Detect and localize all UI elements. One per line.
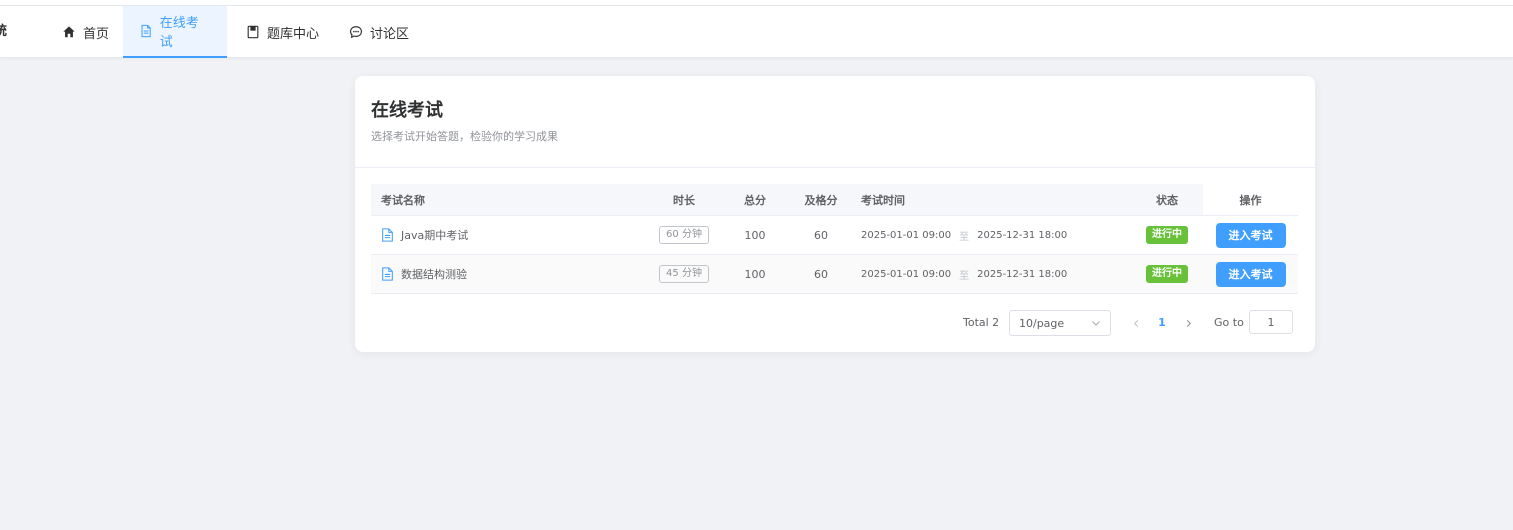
header-pass: 及格分 <box>804 193 838 207</box>
enter-exam-button[interactable]: 进入考试 <box>1215 261 1286 287</box>
goto-label: Go to <box>1214 316 1244 329</box>
page-size-value: 10/page <box>1019 316 1065 330</box>
start-time: 2025-01-01 09:00 <box>861 229 952 241</box>
end-time: 2025-12-31 18:00 <box>977 268 1068 280</box>
total-score: 100 <box>744 228 766 242</box>
action-cell: 进入考试 <box>1203 216 1298 254</box>
status-badge: 进行中 <box>1146 226 1188 244</box>
exam-time-cell: 2025-01-01 09:00 至 2025-12-31 18:00 <box>861 216 1131 254</box>
pagination-total: Total 2 <box>963 316 1000 329</box>
table-row: 数据结构测验 45 分钟 100 60 2025-01-01 09:00 至 2… <box>371 255 1298 294</box>
page-size-select[interactable]: 10/page <box>1009 310 1111 336</box>
chevron-left-icon <box>1133 319 1138 327</box>
exam-name: 数据结构测验 <box>401 268 467 281</box>
nav-label-home: 首页 <box>83 26 110 42</box>
prev-page-button[interactable] <box>1128 310 1144 336</box>
status-cell: 进行中 <box>1131 216 1203 254</box>
page-subtitle: 选择考试开始答题，检验你的学习成果 <box>371 130 558 143</box>
header-status: 状态 <box>1156 193 1178 207</box>
pass-score: 60 <box>814 228 828 242</box>
page-number-current[interactable]: 1 <box>1154 310 1170 336</box>
end-time: 2025-12-31 18:00 <box>977 229 1068 241</box>
nav-label-online-exam: 在线考试 <box>159 16 199 50</box>
pagination: Total 2 10/page 1 Go to <box>355 310 1315 336</box>
pass-score: 60 <box>814 267 828 281</box>
duration-tag: 60 分钟 <box>659 226 709 244</box>
document-icon <box>382 267 393 281</box>
document-icon <box>141 24 151 38</box>
total-score: 100 <box>744 267 766 281</box>
goto-page-input[interactable] <box>1249 310 1293 334</box>
chevron-down-icon <box>1092 321 1100 326</box>
exam-table: 考试名称 时长 总分 及格分 考试时间 状态 操作 Java期中考试 60 分钟… <box>371 184 1298 294</box>
header-total: 总分 <box>744 193 766 207</box>
table-row: Java期中考试 60 分钟 100 60 2025-01-01 09:00 至… <box>371 216 1298 255</box>
exam-time-cell: 2025-01-01 09:00 至 2025-12-31 18:00 <box>861 255 1131 293</box>
document-icon <box>382 228 393 242</box>
header-duration: 时长 <box>673 193 695 207</box>
time-separator: 至 <box>959 270 970 282</box>
nav-item-online-exam[interactable]: 在线考试 <box>123 6 227 58</box>
next-page-button[interactable] <box>1180 310 1196 336</box>
chevron-right-icon <box>1186 319 1191 327</box>
duration-tag: 45 分钟 <box>659 265 709 283</box>
duration-cell: 45 分钟 <box>641 255 727 293</box>
page-title: 在线考试 <box>371 100 443 121</box>
exam-name-cell: Java期中考试 <box>381 216 641 254</box>
chat-bubble-icon <box>350 26 362 39</box>
nav-item-discussion[interactable]: 讨论区 <box>333 6 425 58</box>
nav-label-question-bank: 题库中心 <box>267 26 320 42</box>
home-icon <box>63 26 75 38</box>
header-action: 操作 <box>1203 184 1298 215</box>
brand-title: 统 <box>0 24 8 39</box>
time-separator: 至 <box>959 231 970 243</box>
exam-card: 在线考试 选择考试开始答题，检验你的学习成果 考试名称 时长 总分 及格分 考试… <box>355 76 1315 352</box>
nav-item-question-bank[interactable]: 题库中心 <box>230 6 335 58</box>
start-time: 2025-01-01 09:00 <box>861 268 952 280</box>
status-badge: 进行中 <box>1146 265 1188 283</box>
nav-item-home[interactable]: 首页 <box>46 6 125 58</box>
enter-exam-button[interactable]: 进入考试 <box>1215 222 1286 248</box>
top-nav: 统 首页 在线考试 题库中心 讨论区 <box>0 6 1513 58</box>
header-time: 考试时间 <box>861 193 905 207</box>
notebook-icon <box>247 25 259 39</box>
exam-name: Java期中考试 <box>401 229 469 242</box>
action-cell: 进入考试 <box>1203 255 1298 293</box>
duration-cell: 60 分钟 <box>641 216 727 254</box>
table-header-row: 考试名称 时长 总分 及格分 考试时间 状态 操作 <box>371 184 1298 216</box>
header-name: 考试名称 <box>381 193 425 207</box>
nav-label-discussion: 讨论区 <box>370 26 410 42</box>
card-header: 在线考试 选择考试开始答题，检验你的学习成果 <box>355 76 1315 168</box>
status-cell: 进行中 <box>1131 255 1203 293</box>
exam-name-cell: 数据结构测验 <box>381 255 641 293</box>
